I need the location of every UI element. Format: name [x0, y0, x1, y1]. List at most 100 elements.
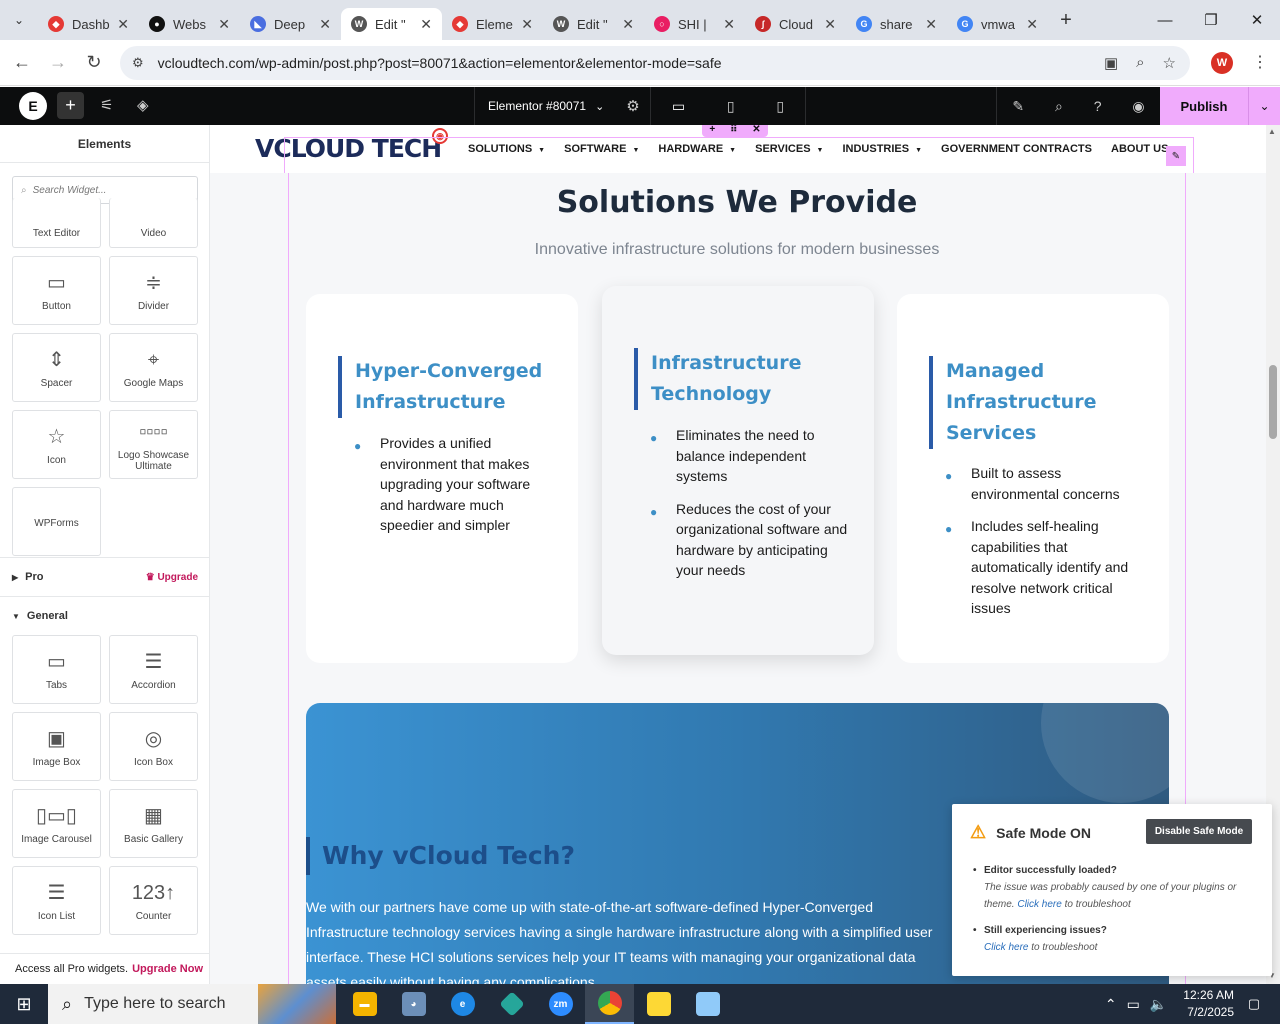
widget-video[interactable]: ▬Video — [109, 198, 198, 248]
browser-tab[interactable]: W Edit " ✕ — [543, 8, 644, 40]
widget-spacer[interactable]: ⇕ Spacer — [12, 333, 101, 402]
browser-tab[interactable]: ∫ Cloud ✕ — [745, 8, 846, 40]
file-explorer-button[interactable]: ▬ — [340, 984, 389, 1024]
app-diamond-button[interactable] — [487, 984, 536, 1024]
widget-icon[interactable]: ☆ Icon — [12, 410, 101, 479]
delete-section-icon[interactable]: ✕ — [752, 125, 760, 135]
close-window-button[interactable]: ✕ — [1234, 0, 1280, 40]
disable-safe-mode-button[interactable]: Disable Safe Mode — [1146, 819, 1252, 844]
browser-tab[interactable]: Gshare ✕ — [846, 8, 947, 40]
close-tab-icon[interactable]: ✕ — [925, 16, 937, 33]
notification-icon[interactable]: ▢ — [1244, 996, 1264, 1012]
add-section-icon[interactable]: + — [709, 125, 715, 135]
desktop-icon[interactable]: ▭ — [672, 98, 685, 115]
widget-icon-list[interactable]: ☰ Icon List — [12, 866, 101, 935]
restore-button[interactable]: ❐ — [1188, 0, 1234, 40]
add-element-button[interactable]: + — [57, 92, 84, 119]
widget-wpforms[interactable]: WPForms — [12, 487, 101, 556]
close-tab-icon[interactable]: ✕ — [521, 16, 533, 33]
upgrade-link[interactable]: ♛ Upgrade — [146, 572, 198, 583]
nav-item-solutions[interactable]: SOLUTIONS ▼ — [468, 143, 545, 155]
network-icon[interactable]: ▭ — [1127, 996, 1140, 1013]
taskbar-search-box[interactable]: ⌕ Type here to search — [48, 984, 336, 1024]
widget-divider[interactable]: ≑ Divider — [109, 256, 198, 325]
start-button[interactable]: ⊞ — [0, 984, 48, 1024]
close-tab-icon[interactable]: ✕ — [824, 16, 836, 33]
widget-image-box[interactable]: ▣ Image Box — [12, 712, 101, 781]
publish-button[interactable]: Publish — [1160, 87, 1248, 125]
tab-search-button[interactable]: ⌄ — [0, 0, 38, 40]
page-settings-icon[interactable]: ⚙ — [626, 97, 639, 115]
taskbar-clock[interactable]: 12:26 AM 7/2/2025 — [1183, 987, 1234, 1021]
mobile-icon[interactable]: ▯ — [776, 98, 784, 115]
notes-icon[interactable]: ✎ — [1012, 98, 1024, 115]
nav-item-industries[interactable]: INDUSTRIES ▼ — [842, 143, 922, 155]
show-hidden-icons-icon[interactable]: ⌃ — [1105, 996, 1117, 1013]
bookmark-star-icon[interactable]: ☆ — [1163, 54, 1176, 72]
nav-item-government-contracts[interactable]: GOVERNMENT CONTRACTS — [941, 143, 1092, 155]
troubleshoot-link-1[interactable]: Click here — [1017, 899, 1061, 910]
profile-avatar[interactable]: W — [1211, 52, 1233, 74]
tablet-icon[interactable]: ▯ — [727, 98, 735, 115]
browser-tab[interactable]: W Edit " ✕ — [341, 8, 442, 40]
browser-tab[interactable]: ● Webs ✕ — [139, 8, 240, 40]
nav-item-services[interactable]: SERVICES ▼ — [755, 143, 823, 155]
section-edit-handle[interactable]: + ⠿ ✕ — [702, 125, 768, 137]
close-tab-icon[interactable]: ✕ — [420, 16, 432, 33]
widget-counter[interactable]: 123↑ Counter — [109, 866, 198, 935]
pro-section-toggle[interactable]: ▶ Pro ♛ Upgrade — [12, 571, 198, 583]
app-blue-button[interactable] — [683, 984, 732, 1024]
browser-tab[interactable]: ◆ Eleme ✕ — [442, 8, 543, 40]
widget-basic-gallery[interactable]: ▦ Basic Gallery — [109, 789, 198, 858]
url-text[interactable]: vcloudtech.com/wp-admin/post.php?post=80… — [158, 55, 722, 71]
scroll-up-icon[interactable]: ▲ — [1268, 127, 1276, 136]
site-logo[interactable]: VCLOUD TECH — [255, 134, 442, 163]
widget-google-maps[interactable]: ⌖ Google Maps — [109, 333, 198, 402]
paint-app-button[interactable]: ◕ — [389, 984, 438, 1024]
nav-item-hardware[interactable]: HARDWARE ▼ — [658, 143, 736, 155]
help-icon[interactable]: ? — [1094, 98, 1102, 114]
elementor-logo-icon[interactable]: E — [19, 92, 47, 120]
widget-tabs[interactable]: ▭ Tabs — [12, 635, 101, 704]
browser-tab[interactable]: ○ SHI | ✕ — [644, 8, 745, 40]
widget-button[interactable]: ▭ Button — [12, 256, 101, 325]
widget-icon-box[interactable]: ◎ Icon Box — [109, 712, 198, 781]
widget-logo-showcase-ultimate[interactable]: ▫▫▫▫ Logo Showcase Ultimate — [109, 410, 198, 479]
new-tab-button[interactable]: + — [1048, 9, 1084, 32]
document-title-dropdown[interactable]: Elementor #80071 ⌄ ⚙ — [474, 87, 649, 125]
widget-text-editor[interactable]: ▬Text Editor — [12, 198, 101, 248]
minimize-button[interactable]: — — [1142, 0, 1188, 40]
chrome-button[interactable] — [585, 984, 634, 1024]
url-omnibox[interactable]: ⚙ vcloudtech.com/wp-admin/post.php?post=… — [120, 46, 1190, 80]
close-tab-icon[interactable]: ✕ — [117, 16, 129, 33]
preview-eye-icon[interactable]: ◉ — [1132, 98, 1144, 115]
structure-layers-icon[interactable]: ◈ — [137, 96, 149, 114]
edit-widget-pencil-icon[interactable]: ✎ — [1166, 146, 1186, 166]
volume-icon[interactable]: 🔈 — [1150, 996, 1167, 1013]
troubleshoot-link-2[interactable]: Click here — [984, 942, 1028, 953]
sticky-notes-button[interactable] — [634, 984, 683, 1024]
site-info-icon[interactable]: ⚙ — [132, 55, 144, 71]
finder-search-icon[interactable]: ⌕ — [1055, 98, 1063, 115]
close-tab-icon[interactable]: ✕ — [218, 16, 230, 33]
close-tab-icon[interactable]: ✕ — [1026, 16, 1038, 33]
zoom-icon[interactable]: ⌕ — [1136, 54, 1144, 72]
forward-button[interactable]: → — [40, 52, 76, 73]
browser-menu-icon[interactable]: ⋮ — [1252, 52, 1268, 72]
scrollbar-thumb[interactable] — [1269, 365, 1277, 439]
publish-options-button[interactable]: ⌄ — [1248, 87, 1280, 125]
close-tab-icon[interactable]: ✕ — [622, 16, 634, 33]
site-settings-icon[interactable]: ⚟ — [100, 96, 113, 114]
close-tab-icon[interactable]: ✕ — [723, 16, 735, 33]
camera-blocked-icon[interactable]: ▣ — [1104, 54, 1118, 72]
browser-tab[interactable]: ◣ Deep ✕ — [240, 8, 341, 40]
nav-item-about-us[interactable]: ABOUT US — [1111, 143, 1168, 155]
reload-button[interactable]: ↻ — [76, 52, 112, 73]
widget-image-carousel[interactable]: ▯▭▯ Image Carousel — [12, 789, 101, 858]
browser-tab[interactable]: ◆ Dashb ✕ — [38, 8, 139, 40]
general-section-toggle[interactable]: ▼ General — [12, 610, 198, 622]
widget-accordion[interactable]: ☰ Accordion — [109, 635, 198, 704]
back-button[interactable]: ← — [4, 52, 40, 73]
close-tab-icon[interactable]: ✕ — [319, 16, 331, 33]
zoom-app-button[interactable]: zm — [536, 984, 585, 1024]
